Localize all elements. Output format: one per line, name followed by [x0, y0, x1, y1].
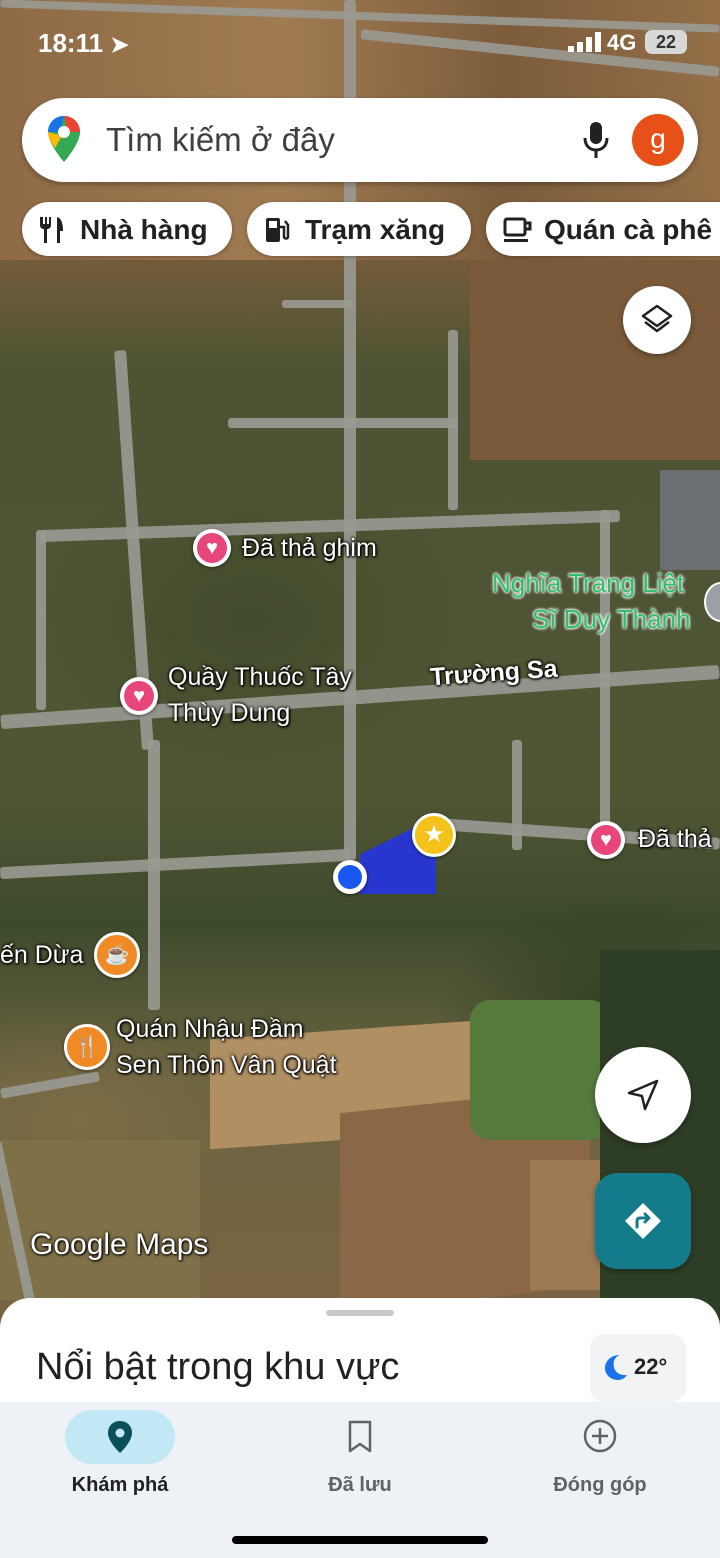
nav-label: Đã lưu	[328, 1474, 392, 1496]
microphone-icon[interactable]	[580, 120, 612, 160]
add-circle-icon	[583, 1419, 617, 1453]
map-field	[470, 1000, 610, 1140]
map-road	[36, 530, 46, 710]
gas-station-icon	[266, 218, 290, 242]
nav-label: Khám phá	[71, 1474, 169, 1496]
chip-label: Trạm xăng	[305, 214, 446, 245]
map-road	[0, 848, 351, 880]
cafe-label[interactable]: ến Dừa	[0, 938, 83, 972]
map-road	[0, 1071, 101, 1099]
pharmacy-label-2[interactable]: Thùy Dung	[168, 696, 290, 730]
network-type: 4G	[607, 30, 637, 55]
directions-button[interactable]	[595, 1173, 691, 1269]
coffee-cup-icon	[503, 217, 532, 242]
weather-temperature: 22°	[634, 1354, 668, 1379]
restaurant-pin[interactable]: 🍴	[64, 1024, 110, 1070]
status-bar: 18:11 ➤ 4G 22	[0, 0, 720, 80]
pin-label[interactable]: Đã thả ghim	[242, 531, 377, 565]
sheet-title: Nổi bật trong khu vực	[36, 1346, 400, 1388]
chip-gas-stations[interactable]: Trạm xăng	[247, 202, 471, 256]
current-location-dot	[333, 860, 367, 894]
nav-label: Đóng góp	[553, 1474, 647, 1496]
restaurant-label[interactable]: Quán Nhậu Đầm	[116, 1012, 304, 1046]
status-time: 18:11 ➤	[38, 28, 129, 58]
search-bar[interactable]: Tìm kiếm ở đây g	[22, 98, 698, 182]
restaurant-label-2[interactable]: Sen Thôn Vân Quật	[116, 1048, 337, 1082]
bottom-navigation: Khám phá Đã lưu Đóng góp	[0, 1402, 720, 1558]
account-avatar[interactable]: g	[632, 114, 684, 166]
map-road	[600, 510, 610, 840]
battery-icon: 22	[645, 30, 687, 54]
map-road	[228, 418, 458, 428]
saved-heart-pin[interactable]: ♥	[120, 677, 158, 715]
chip-coffee[interactable]: Quán cà phê	[486, 202, 720, 256]
weather-badge[interactable]: 22°	[590, 1334, 686, 1402]
map-road	[148, 740, 160, 1010]
cell-signal-icon	[568, 32, 601, 52]
pharmacy-label[interactable]: Quầy Thuốc Tây	[168, 660, 352, 694]
pin-label[interactable]: Đã thả	[638, 822, 712, 856]
fork-knife-icon	[40, 217, 63, 243]
map-road	[448, 330, 458, 510]
cemetery-label[interactable]: Nghĩa Trang Liệt	[492, 566, 684, 600]
cemetery-label-2[interactable]: Sĩ Duy Thành	[532, 602, 691, 636]
recenter-location-button[interactable]	[595, 1047, 691, 1143]
home-indicator[interactable]	[232, 1536, 488, 1544]
google-maps-pin-icon	[48, 116, 80, 162]
coffee-pin[interactable]: ☕	[94, 932, 140, 978]
search-input[interactable]: Tìm kiếm ở đây	[106, 121, 335, 159]
starred-place-pin[interactable]: ★	[412, 813, 456, 857]
layers-icon	[641, 304, 673, 333]
location-arrow-icon: ➤	[110, 32, 129, 57]
navigation-arrow-icon	[627, 1079, 659, 1111]
bookmark-icon	[348, 1420, 372, 1453]
chip-label: Quán cà phê	[544, 214, 713, 245]
map-road	[0, 664, 720, 730]
moon-icon	[605, 1355, 627, 1380]
nav-saved[interactable]: Đã lưu	[260, 1402, 460, 1522]
map-road	[512, 740, 522, 850]
map-layers-button[interactable]	[623, 286, 691, 354]
explore-pin-icon	[108, 1421, 132, 1453]
chip-label: Nhà hàng	[80, 214, 208, 245]
map-road	[282, 300, 352, 308]
saved-heart-pin[interactable]: ♥	[193, 529, 231, 567]
saved-heart-pin[interactable]: ♥	[587, 821, 625, 859]
landmark-pin[interactable]	[704, 582, 720, 622]
directions-icon	[625, 1203, 661, 1239]
nav-contribute[interactable]: Đóng góp	[500, 1402, 700, 1522]
google-maps-attribution: Google Maps	[30, 1228, 209, 1261]
sheet-drag-handle[interactable]	[326, 1310, 394, 1316]
chip-restaurants[interactable]: Nhà hàng	[22, 202, 232, 256]
nav-explore[interactable]: Khám phá	[20, 1402, 220, 1522]
map-field	[470, 260, 720, 460]
map-field	[660, 470, 720, 570]
